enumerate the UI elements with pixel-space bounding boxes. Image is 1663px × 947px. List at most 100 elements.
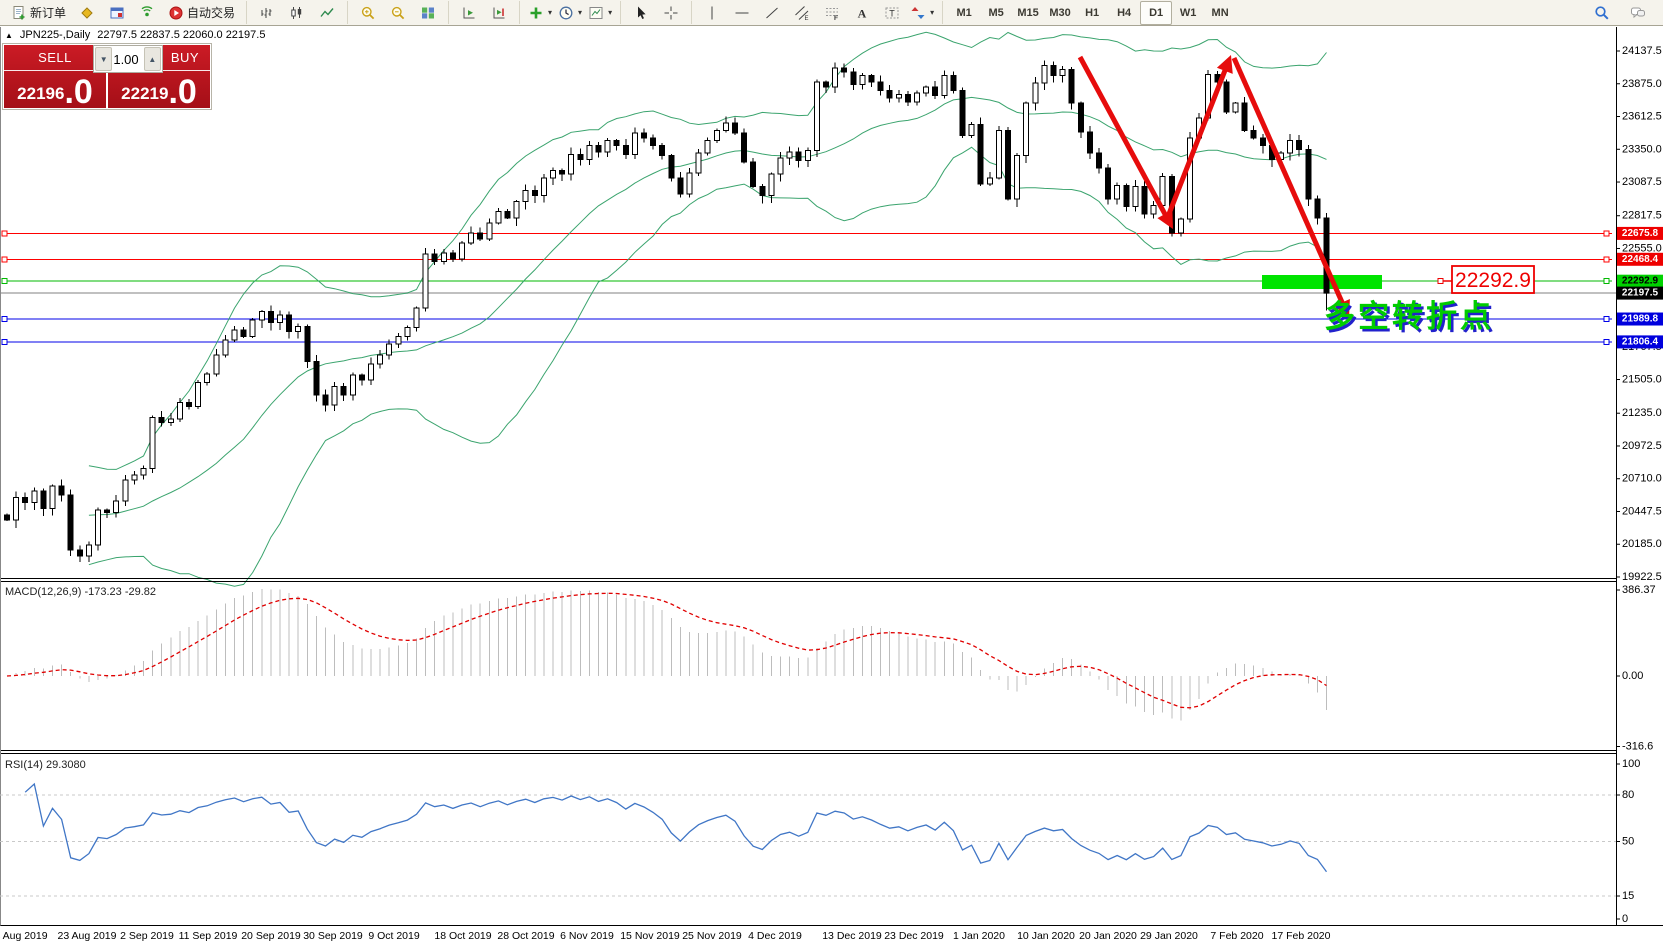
zoom-in-button[interactable] bbox=[353, 1, 383, 25]
svg-text:22292.9: 22292.9 bbox=[1622, 276, 1659, 287]
bar-chart-button[interactable] bbox=[252, 1, 282, 25]
new-order-button-label: 新订单 bbox=[30, 4, 66, 21]
fibonacci-icon: F bbox=[824, 5, 840, 21]
chart-expand-icon[interactable]: ▲ bbox=[5, 31, 13, 40]
data-window-icon[interactable] bbox=[102, 1, 132, 25]
bollinger-bands bbox=[89, 32, 1327, 586]
svg-text:-316.6: -316.6 bbox=[1622, 740, 1653, 752]
text-icon: A bbox=[854, 5, 870, 21]
price-callout[interactable]: 22292.9 bbox=[1438, 266, 1534, 293]
chart-shift-icon bbox=[491, 5, 507, 21]
svg-text:17 Feb 2020: 17 Feb 2020 bbox=[1272, 930, 1331, 942]
dropdown-caret-icon[interactable]: ▾ bbox=[578, 8, 582, 17]
tf-m5[interactable]: M5 bbox=[980, 1, 1012, 25]
sell-button[interactable]: SELL 22196 .0 bbox=[4, 45, 106, 108]
cursor-icon bbox=[633, 5, 649, 21]
search-icon[interactable] bbox=[1587, 1, 1617, 25]
lot-increase-button[interactable]: ▲ bbox=[144, 47, 161, 71]
text-label-icon: T bbox=[884, 5, 900, 21]
svg-text:30 Sep 2019: 30 Sep 2019 bbox=[303, 930, 363, 942]
dropdown-caret-icon[interactable]: ▾ bbox=[548, 8, 552, 17]
channel-button[interactable]: E bbox=[787, 1, 817, 25]
buy-price: 22219 .0 bbox=[108, 71, 210, 108]
signals-icon[interactable] bbox=[132, 1, 162, 25]
tf-h4[interactable]: H4 bbox=[1108, 1, 1140, 25]
arrows-button[interactable]: ▾ bbox=[907, 1, 937, 25]
buy-price-pips: .0 bbox=[168, 79, 196, 107]
tf-m30-label: M30 bbox=[1049, 7, 1070, 19]
svg-text:A: A bbox=[858, 6, 867, 20]
fibonacci-button[interactable]: F bbox=[817, 1, 847, 25]
tf-m30[interactable]: M30 bbox=[1044, 1, 1076, 25]
highlight-rect[interactable] bbox=[1262, 275, 1382, 289]
tile-windows-icon bbox=[420, 5, 436, 21]
chart-area[interactable]: 24137.523875.023612.523350.023087.522817… bbox=[0, 26, 1663, 947]
svg-text:4 Aug 2019: 4 Aug 2019 bbox=[0, 930, 48, 942]
svg-text:4 Dec 2019: 4 Dec 2019 bbox=[748, 930, 802, 942]
lot-decrease-button[interactable]: ▼ bbox=[95, 47, 112, 71]
chart-symbol-period: JPN225-,Daily bbox=[20, 29, 90, 41]
chart-canvas[interactable]: 24137.523875.023612.523350.023087.522817… bbox=[0, 26, 1663, 947]
chart-shift-button[interactable] bbox=[484, 1, 514, 25]
zoom-in-icon bbox=[360, 5, 376, 21]
tf-m15-label: M15 bbox=[1017, 7, 1038, 19]
horizontal-line-icon bbox=[734, 5, 750, 21]
zoom-out-button[interactable] bbox=[383, 1, 413, 25]
dropdown-caret-icon[interactable]: ▾ bbox=[930, 8, 934, 17]
line-chart-button[interactable] bbox=[312, 1, 342, 25]
candlestick-chart-button[interactable] bbox=[282, 1, 312, 25]
periods-button[interactable]: ▾ bbox=[555, 1, 585, 25]
lot-size-input[interactable]: 1.00 bbox=[113, 46, 142, 72]
tf-h1[interactable]: H1 bbox=[1076, 1, 1108, 25]
data-window-icon-icon bbox=[109, 5, 125, 21]
rsi-indicator-label: RSI(14) 29.3080 bbox=[5, 759, 86, 771]
tf-w1[interactable]: W1 bbox=[1172, 1, 1204, 25]
toolbar-group-objects: EF A T ▾ bbox=[691, 1, 940, 24]
svg-text:22817.5: 22817.5 bbox=[1622, 210, 1662, 222]
tf-m1[interactable]: M1 bbox=[948, 1, 980, 25]
toolbar: 新订单 自动交易 ▾ ▾ ▾ EF A T ▾ M1M5 M15 M30 H1H4D1W1MN bbox=[0, 0, 1663, 26]
dropdown-caret-icon[interactable]: ▾ bbox=[608, 8, 612, 17]
text-label-button[interactable]: T bbox=[877, 1, 907, 25]
tile-windows-button[interactable] bbox=[413, 1, 443, 25]
svg-text:80: 80 bbox=[1622, 789, 1634, 801]
svg-text:19922.5: 19922.5 bbox=[1622, 571, 1662, 583]
svg-text:22675.8: 22675.8 bbox=[1622, 228, 1659, 239]
candles bbox=[5, 60, 1330, 562]
rsi-pane: 1008050150 bbox=[0, 758, 1640, 925]
tf-d1[interactable]: D1 bbox=[1140, 1, 1172, 25]
templates-icon bbox=[588, 5, 604, 21]
crosshair-button[interactable] bbox=[656, 1, 686, 25]
svg-text:多空转折点: 多空转折点 bbox=[1324, 299, 1494, 334]
turning-point-label[interactable]: 多空转折点多空转折点 bbox=[1324, 299, 1497, 337]
toolbar-group-main: 新订单 自动交易 bbox=[2, 1, 244, 24]
svg-text:20185.0: 20185.0 bbox=[1622, 538, 1662, 550]
svg-text:23 Aug 2019: 23 Aug 2019 bbox=[58, 930, 117, 942]
svg-text:23087.5: 23087.5 bbox=[1622, 176, 1662, 188]
trendline-icon bbox=[764, 5, 780, 21]
channel-icon: E bbox=[794, 5, 810, 21]
trendline-button[interactable] bbox=[757, 1, 787, 25]
community-icon[interactable] bbox=[1623, 1, 1653, 25]
tf-mn[interactable]: MN bbox=[1204, 1, 1236, 25]
sell-price: 22196 .0 bbox=[4, 71, 106, 108]
auto-scroll-button[interactable] bbox=[454, 1, 484, 25]
svg-text:21989.8: 21989.8 bbox=[1622, 314, 1659, 325]
text-button[interactable]: A bbox=[847, 1, 877, 25]
horizontal-line-button[interactable] bbox=[727, 1, 757, 25]
templates-button[interactable]: ▾ bbox=[585, 1, 615, 25]
tf-m15[interactable]: M15 bbox=[1012, 1, 1044, 25]
vertical-line-button[interactable] bbox=[697, 1, 727, 25]
svg-text:29 Jan 2020: 29 Jan 2020 bbox=[1140, 930, 1198, 942]
svg-text:23 Dec 2019: 23 Dec 2019 bbox=[884, 930, 944, 942]
autotrading-button[interactable]: 自动交易 bbox=[162, 1, 241, 25]
svg-text:0: 0 bbox=[1622, 913, 1628, 925]
market-watch-icon[interactable] bbox=[72, 1, 102, 25]
svg-text:23875.0: 23875.0 bbox=[1622, 78, 1662, 90]
svg-text:18 Oct 2019: 18 Oct 2019 bbox=[434, 930, 491, 942]
cursor-button[interactable] bbox=[626, 1, 656, 25]
new-order-button[interactable]: 新订单 bbox=[5, 1, 72, 25]
macd-pane: 386.370.00-316.6 bbox=[7, 584, 1656, 752]
svg-text:2 Sep 2019: 2 Sep 2019 bbox=[120, 930, 174, 942]
indicators-button[interactable]: ▾ bbox=[525, 1, 555, 25]
